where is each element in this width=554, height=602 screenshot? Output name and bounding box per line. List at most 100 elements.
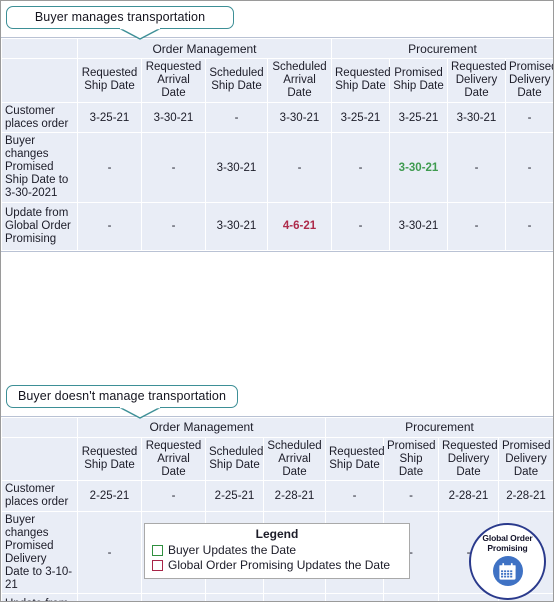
table-cell: 3-10-21 <box>263 593 326 601</box>
table-cell: - <box>331 132 390 203</box>
col-header: Scheduled Arrival Date <box>267 58 332 103</box>
table-cell: 2-25-21 <box>77 480 142 513</box>
row-label: Update from Global Order Promising <box>1 201 78 251</box>
legend-entry-gop: Global Order Promising Updates the Date <box>150 558 404 573</box>
legend-entry-buyer: Buyer Updates the Date <box>150 543 404 558</box>
badge-line-2: Promising <box>487 542 528 553</box>
table-cell-highlight-buyer: 3-30-21 <box>389 132 448 203</box>
legend-entry-label: Global Order Promising Updates the Date <box>168 557 391 572</box>
table-cell: - <box>331 201 390 251</box>
col-header: Requested Delivery Date <box>447 58 507 103</box>
table-cell: 3-30-21 <box>205 132 268 203</box>
table-cell: - <box>77 511 142 595</box>
table-cell: - <box>267 132 332 203</box>
callout-buyer-doesnt-manage-transportation: Buyer doesn't manage transportation <box>6 384 238 419</box>
col-header: Requested Arrival Date <box>141 436 206 482</box>
table-cell-highlight-gop: 4-6-21 <box>267 201 332 251</box>
table-cell: 2-28-21 <box>438 480 499 513</box>
table-group-header-row: Order Management Procurement <box>1 416 553 438</box>
legend-entry-label: Buyer Updates the Date <box>168 542 297 557</box>
table-cell: 3-30-21 <box>447 101 506 134</box>
table-cell: 3-25-21 <box>331 101 390 134</box>
table-group-header-row: Order Management Procurement <box>1 38 553 59</box>
calendar-glyph <box>499 562 516 580</box>
group-header-procurement: Procurement <box>324 416 553 438</box>
table-cell: - <box>383 480 439 513</box>
callout-bubble: Buyer manages transportation <box>6 6 234 29</box>
table-cell: - <box>383 593 439 601</box>
table-cell: - <box>77 201 142 251</box>
table-cell: 3-30-21 <box>141 101 206 134</box>
legend-swatch-red-icon <box>152 559 163 571</box>
col-header: Promised Ship Date <box>389 58 448 103</box>
corner-cell <box>1 436 78 482</box>
callout-label: Buyer manages transportation <box>34 10 206 24</box>
table-row: Update from Global Order Promising - - 3… <box>1 593 553 601</box>
table-cell: - <box>504 201 553 251</box>
table-cell: - <box>447 132 506 203</box>
table-cell: 3-30-21 <box>205 201 268 251</box>
corner-cell <box>1 416 78 438</box>
table-cell: 3-30-21 <box>389 201 448 251</box>
table-cell: 2-28-21 <box>497 480 553 513</box>
table-row: Customer places order 3-25-21 3-30-21 - … <box>1 101 553 134</box>
callout-label: Buyer doesn't manage transportation <box>17 388 227 403</box>
corner-cell <box>1 38 78 59</box>
col-header: Requested Ship Date <box>325 436 385 482</box>
table-row: Buyer changes Promised Ship Date to 3-30… <box>1 132 553 203</box>
table-cell: - <box>141 201 206 251</box>
group-header-order-management: Order Management <box>77 38 332 59</box>
table-cell: - <box>504 132 553 203</box>
col-header: Promised Ship Date <box>383 436 439 482</box>
table-cell: - <box>141 593 206 601</box>
table-cell: - <box>325 480 384 513</box>
col-header: Scheduled Arrival Date <box>263 436 326 482</box>
col-header: Requested Arrival Date <box>141 58 206 103</box>
table-column-header-row: Requested Ship Date Requested Arrival Da… <box>1 58 553 103</box>
row-label: Customer places order <box>1 480 78 513</box>
calendar-icon <box>492 556 523 587</box>
table-cell: - <box>504 101 553 134</box>
legend: Legend Buyer Updates the Date Global Ord… <box>144 522 410 579</box>
table-cell: - <box>141 132 206 203</box>
diagram-page: Buyer manages transportation Order Manag… <box>0 0 554 602</box>
table-column-header-row: Requested Ship Date Requested Arrival Da… <box>1 436 553 482</box>
table-cell: - <box>205 101 268 134</box>
table-cell: - <box>325 593 384 601</box>
table-buyer-manages-transportation: Order Management Procurement Requested S… <box>1 37 553 252</box>
global-order-promising-badge: Global Order Promising <box>469 522 546 600</box>
group-header-order-management: Order Management <box>77 416 326 438</box>
table-cell: - <box>77 593 142 601</box>
table-row: Update from Global Order Promising - - 3… <box>1 201 553 251</box>
col-header: Scheduled Ship Date <box>205 436 264 482</box>
row-label: Customer places order <box>1 101 78 134</box>
group-header-procurement: Procurement <box>330 38 553 59</box>
col-header: Promised Delivery Date <box>497 436 553 482</box>
legend-swatch-green-icon <box>152 544 163 556</box>
callout-tail-icon <box>118 28 162 40</box>
callout-bubble: Buyer doesn't manage transportation <box>6 384 238 408</box>
legend-title: Legend <box>255 526 299 541</box>
callout-buyer-manages-transportation: Buyer manages transportation <box>6 6 234 40</box>
col-header: Requested Delivery Date <box>438 436 499 482</box>
row-label: Buyer changes Promised Delivery Date to … <box>1 511 78 595</box>
col-header: Requested Ship Date <box>77 58 142 103</box>
table-cell: 3-30-21 <box>267 101 332 134</box>
table-cell: - <box>141 480 206 513</box>
row-label: Update from Global Order Promising <box>1 593 78 601</box>
col-header: Requested Ship Date <box>77 436 142 482</box>
table-cell-highlight-gop: 3-7-21 <box>205 593 264 601</box>
row-label: Buyer changes Promised Ship Date to 3-30… <box>1 132 78 203</box>
corner-cell <box>1 58 78 103</box>
table-cell: 3-25-21 <box>389 101 448 134</box>
table-cell: - <box>447 201 506 251</box>
col-header: Promised Delivery Date <box>504 58 553 103</box>
comparison-table: Order Management Procurement Requested S… <box>1 38 553 251</box>
callout-tail-icon <box>118 406 162 419</box>
table-cell: 2-28-21 <box>263 480 326 513</box>
col-header: Requested Ship Date <box>331 58 391 103</box>
col-header: Scheduled Ship Date <box>205 58 268 103</box>
table-cell: 3-25-21 <box>77 101 142 134</box>
middle-area: Legend Buyer Updates the Date Global Ord… <box>1 252 553 600</box>
table-row: Customer places order 2-25-21 - 2-25-21 … <box>1 480 553 513</box>
